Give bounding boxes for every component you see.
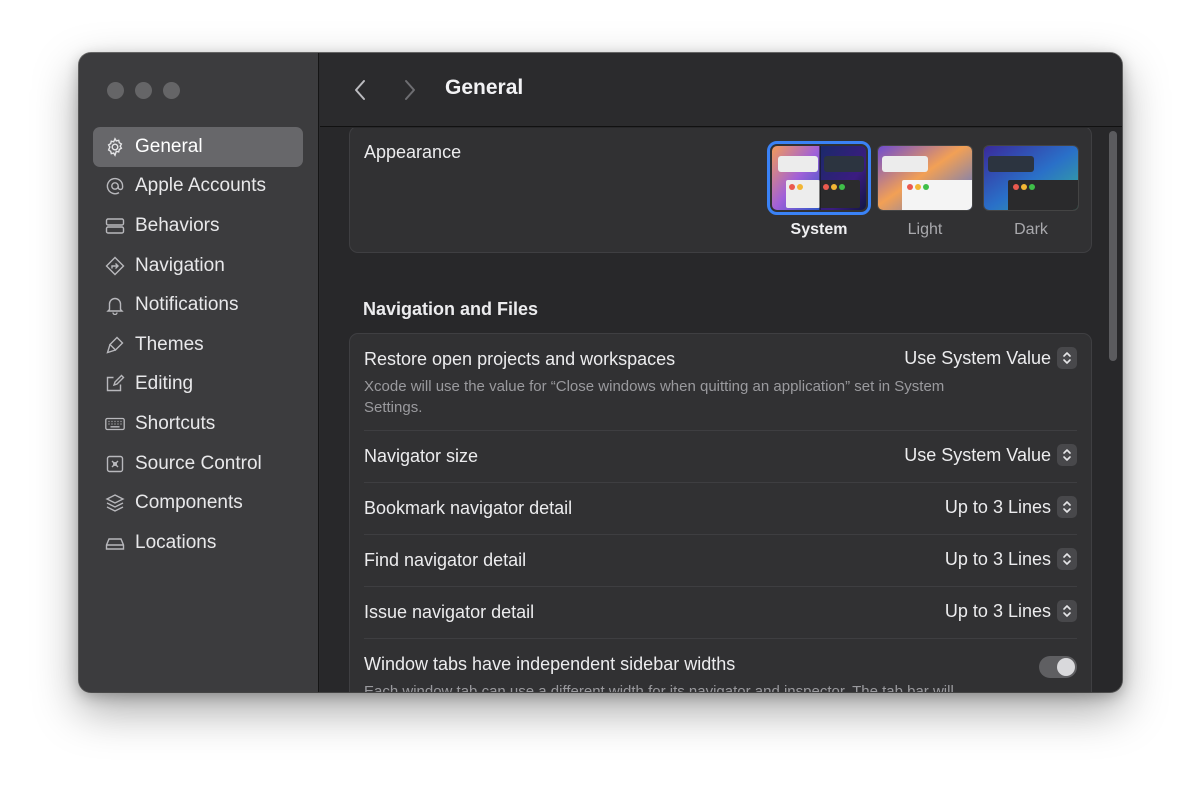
sidebar-item-label: Navigation	[135, 254, 225, 276]
appearance-card: Appearance System Light Dark	[349, 128, 1092, 253]
sidebar-item-label: Notifications	[135, 294, 239, 316]
setting-label: Restore open projects and workspaces	[364, 349, 676, 369]
chevron-right-icon	[405, 80, 415, 100]
appearance-options: System Light Dark	[767, 141, 1079, 239]
sidebar: General Apple Accounts Behaviors Navigat…	[79, 53, 319, 692]
sidebar-item-behaviors[interactable]: Behaviors	[93, 206, 303, 246]
setting-label: Window tabs have independent sidebar wid…	[364, 654, 736, 674]
sidebar-item-general[interactable]: General	[93, 127, 303, 167]
forward-button[interactable]	[396, 75, 424, 105]
sidebar-item-components[interactable]: Components	[93, 483, 303, 523]
setting-row-find-detail: Find navigator detail Up to 3 Lines	[364, 535, 1077, 587]
sidebar-item-label: Behaviors	[135, 214, 220, 236]
at-icon	[105, 176, 125, 196]
close-window-button[interactable]	[107, 82, 124, 99]
keyboard-icon	[105, 414, 125, 434]
sidebar-item-label: Components	[135, 492, 243, 514]
chevron-up-down-icon	[1057, 444, 1077, 466]
setting-label: Navigator size	[364, 446, 479, 466]
setting-label: Bookmark navigator detail	[364, 498, 573, 518]
setting-label: Find navigator detail	[364, 550, 527, 570]
setting-row-navigator-size: Navigator size Use System Value	[364, 431, 1077, 483]
setting-label: Issue navigator detail	[364, 602, 535, 622]
settings-window: General Apple Accounts Behaviors Navigat…	[79, 53, 1122, 692]
drive-icon	[105, 533, 125, 553]
brush-icon	[105, 335, 125, 355]
settings-content: Appearance System Light Dark Navigation …	[320, 128, 1122, 692]
popup-value: Up to 3 Lines	[944, 496, 1051, 517]
titlebar: General	[320, 53, 1122, 127]
sidebar-item-navigation[interactable]: Navigation	[93, 246, 303, 286]
sidebar-item-themes[interactable]: Themes	[93, 325, 303, 365]
setting-description: Each window tab can use a different widt…	[364, 683, 954, 692]
sidebar-item-label: Editing	[135, 373, 194, 395]
popup-value: Up to 3 Lines	[944, 600, 1051, 621]
behaviors-icon	[105, 216, 125, 236]
chevron-up-down-icon	[1057, 600, 1077, 622]
navigation-icon	[105, 256, 125, 276]
sidebar-item-label: Shortcuts	[135, 412, 216, 434]
restore-projects-popup[interactable]: Use System Value	[904, 347, 1077, 369]
sidebar-item-editing[interactable]: Editing	[93, 365, 303, 405]
appearance-option-label: System	[790, 221, 848, 238]
back-button[interactable]	[346, 75, 374, 105]
sidebar-item-label: Apple Accounts	[135, 175, 266, 197]
appearance-option-label: Light	[907, 221, 943, 238]
setting-description: Xcode will use the value for “Close wind…	[364, 378, 945, 416]
appearance-light-preview	[877, 145, 973, 211]
sidebar-item-notifications[interactable]: Notifications	[93, 285, 303, 325]
chevron-up-down-icon	[1057, 347, 1077, 369]
popup-value: Use System Value	[904, 444, 1051, 465]
sidebar-item-label: Themes	[135, 333, 204, 355]
bookmark-detail-popup[interactable]: Up to 3 Lines	[945, 496, 1077, 518]
bell-icon	[105, 295, 125, 316]
section-title-navigation-files: Navigation and Files	[363, 299, 539, 319]
appearance-option-system[interactable]: System	[767, 141, 871, 239]
appearance-system-preview	[767, 141, 871, 215]
setting-row-restore-projects: Restore open projects and workspaces Use…	[364, 334, 1077, 431]
sidebar-item-source-control[interactable]: Source Control	[93, 444, 303, 484]
sidebar-item-label: General	[135, 135, 203, 157]
appearance-dark-preview	[983, 145, 1079, 211]
setting-row-independent-sidebar: Window tabs have independent sidebar wid…	[364, 639, 1077, 692]
traffic-lights	[107, 82, 180, 99]
layers-icon	[105, 493, 125, 513]
chevron-up-down-icon	[1057, 496, 1077, 518]
chevron-up-down-icon	[1057, 548, 1077, 570]
navigation-files-card: Restore open projects and workspaces Use…	[349, 333, 1092, 692]
appearance-option-light[interactable]: Light	[877, 145, 973, 239]
page-title: General	[445, 76, 524, 99]
sidebar-item-apple-accounts[interactable]: Apple Accounts	[93, 167, 303, 207]
setting-row-bookmark-detail: Bookmark navigator detail Up to 3 Lines	[364, 483, 1077, 535]
popup-value: Use System Value	[904, 347, 1051, 368]
popup-value: Up to 3 Lines	[944, 548, 1051, 569]
issue-detail-popup[interactable]: Up to 3 Lines	[945, 600, 1077, 622]
gear-icon	[105, 137, 125, 157]
independent-sidebar-toggle[interactable]	[1039, 656, 1077, 678]
appearance-label: Appearance	[364, 142, 462, 162]
edit-icon	[105, 374, 125, 394]
sidebar-item-label: Locations	[135, 531, 217, 553]
main-pane: General Appearance System Light Dark Nav…	[320, 53, 1122, 692]
appearance-option-dark[interactable]: Dark	[983, 145, 1079, 239]
find-detail-popup[interactable]: Up to 3 Lines	[945, 548, 1077, 570]
appearance-option-label: Dark	[1014, 221, 1048, 238]
chevron-left-icon	[355, 80, 365, 100]
source-control-icon	[105, 454, 125, 474]
setting-row-issue-detail: Issue navigator detail Up to 3 Lines	[364, 587, 1077, 639]
sidebar-item-label: Source Control	[135, 452, 262, 474]
minimize-window-button[interactable]	[135, 82, 152, 99]
navigator-size-popup[interactable]: Use System Value	[904, 444, 1077, 466]
vertical-scrollbar[interactable]	[1109, 131, 1117, 361]
zoom-window-button[interactable]	[163, 82, 180, 99]
sidebar-item-locations[interactable]: Locations	[93, 523, 303, 563]
sidebar-item-shortcuts[interactable]: Shortcuts	[93, 404, 303, 444]
sidebar-list: General Apple Accounts Behaviors Navigat…	[93, 127, 303, 563]
